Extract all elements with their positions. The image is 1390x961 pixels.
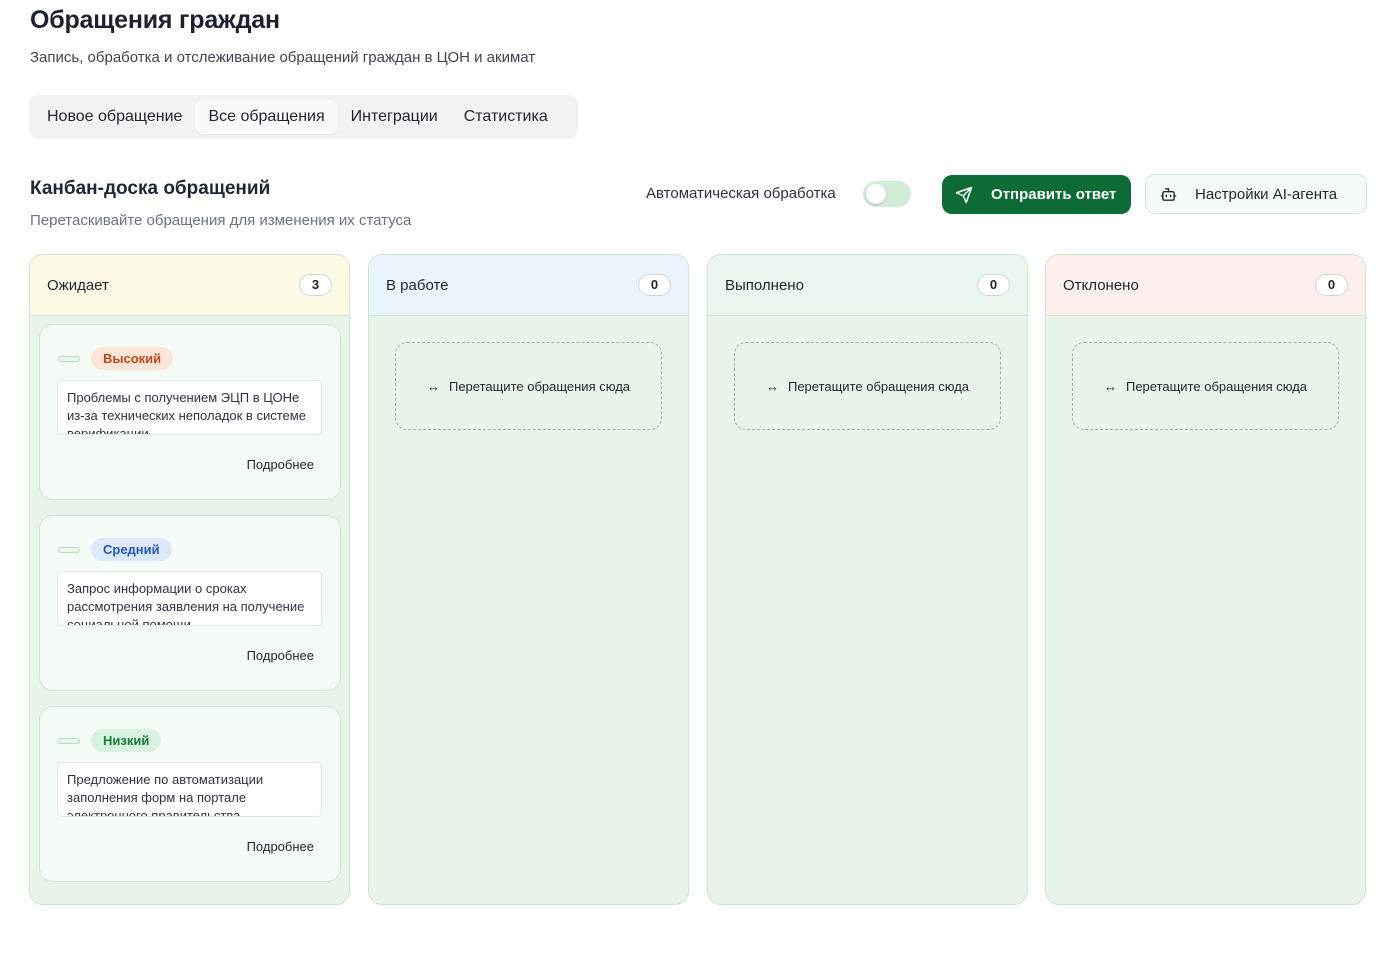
details-link[interactable]: Подробнее	[247, 648, 314, 663]
priority-badge: Средний	[91, 538, 172, 561]
column-name: Выполнено	[725, 276, 804, 294]
send-reply-label: Отправить ответ	[991, 186, 1117, 203]
request-card[interactable]: Средний Запрос информации о сроках рассм…	[39, 515, 341, 691]
move-arrows-icon: ↔	[1103, 378, 1117, 394]
bot-icon	[1160, 186, 1177, 203]
details-link[interactable]: Подробнее	[247, 839, 314, 854]
column-header: В работе 0	[369, 255, 688, 316]
page-subtitle: Запись, обработка и отслеживание обращен…	[30, 49, 536, 66]
request-card[interactable]: Высокий Проблемы с получением ЭЦП в ЦОНе…	[39, 324, 341, 500]
auto-processing-label: Автоматическая обработка	[646, 185, 836, 202]
priority-badge: Высокий	[91, 347, 174, 370]
board-title: Канбан-доска обращений	[30, 178, 271, 199]
send-reply-button[interactable]: Отправить ответ	[942, 175, 1131, 214]
drag-handle-icon[interactable]	[58, 738, 80, 744]
priority-badge: Низкий	[91, 729, 162, 752]
tab-bar: Новое обращение Все обращения Интеграции…	[29, 95, 578, 139]
drag-handle-icon[interactable]	[58, 356, 80, 362]
column-count-badge: 0	[1315, 274, 1348, 296]
drop-zone-text: Перетащите обращения сюда	[787, 378, 970, 394]
drop-zone[interactable]: ↔ Перетащите обращения сюда	[1072, 342, 1339, 430]
card-description: Запрос информации о сроках рассмотрения …	[57, 571, 322, 626]
request-card[interactable]: Низкий Предложение по автоматизации запо…	[39, 706, 341, 882]
tab-all-requests[interactable]: Все обращения	[195, 100, 338, 134]
column-header: Выполнено 0	[708, 255, 1027, 316]
column-name: В работе	[386, 276, 449, 294]
drop-zone[interactable]: ↔ Перетащите обращения сюда	[395, 342, 662, 430]
tab-statistics[interactable]: Статистика	[451, 100, 561, 134]
column-done: Выполнено 0 ↔ Перетащите обращения сюда	[707, 254, 1028, 905]
column-count-badge: 0	[977, 274, 1010, 296]
column-in-progress: В работе 0 ↔ Перетащите обращения сюда	[368, 254, 689, 905]
column-name: Отклонено	[1063, 276, 1139, 294]
column-pending: Ожидает 3 Высокий Проблемы с получением …	[29, 254, 350, 905]
tab-new-request[interactable]: Новое обращение	[34, 100, 195, 134]
card-description: Предложение по автоматизации заполнения …	[57, 762, 322, 817]
column-count-badge: 0	[638, 274, 671, 296]
page-title: Обращения граждан	[30, 6, 280, 34]
drop-zone[interactable]: ↔ Перетащите обращения сюда	[734, 342, 1001, 430]
ai-agent-settings-button[interactable]: Настройки AI-агента	[1145, 174, 1367, 214]
column-header: Отклонено 0	[1046, 255, 1365, 316]
auto-processing-toggle[interactable]	[863, 181, 911, 207]
ai-agent-settings-label: Настройки AI-агента	[1195, 185, 1338, 203]
column-count-badge: 3	[299, 274, 332, 296]
column-name: Ожидает	[47, 276, 109, 294]
board-subtitle: Перетаскивайте обращения для изменения и…	[30, 212, 412, 229]
tab-integrations[interactable]: Интеграции	[338, 100, 451, 134]
move-arrows-icon: ↔	[765, 378, 779, 394]
column-header: Ожидает 3	[30, 255, 349, 316]
toggle-knob	[866, 184, 886, 204]
column-rejected: Отклонено 0 ↔ Перетащите обращения сюда	[1045, 254, 1366, 905]
details-link[interactable]: Подробнее	[247, 457, 314, 472]
drop-zone-text: Перетащите обращения сюда	[448, 378, 631, 394]
card-description: Проблемы с получением ЭЦП в ЦОНе из-за т…	[57, 380, 322, 435]
drop-zone-text: Перетащите обращения сюда	[1125, 378, 1308, 394]
drag-handle-icon[interactable]	[58, 547, 80, 553]
page: Обращения граждан Запись, обработка и от…	[0, 0, 1390, 961]
send-icon	[955, 186, 973, 204]
move-arrows-icon: ↔	[426, 378, 440, 394]
